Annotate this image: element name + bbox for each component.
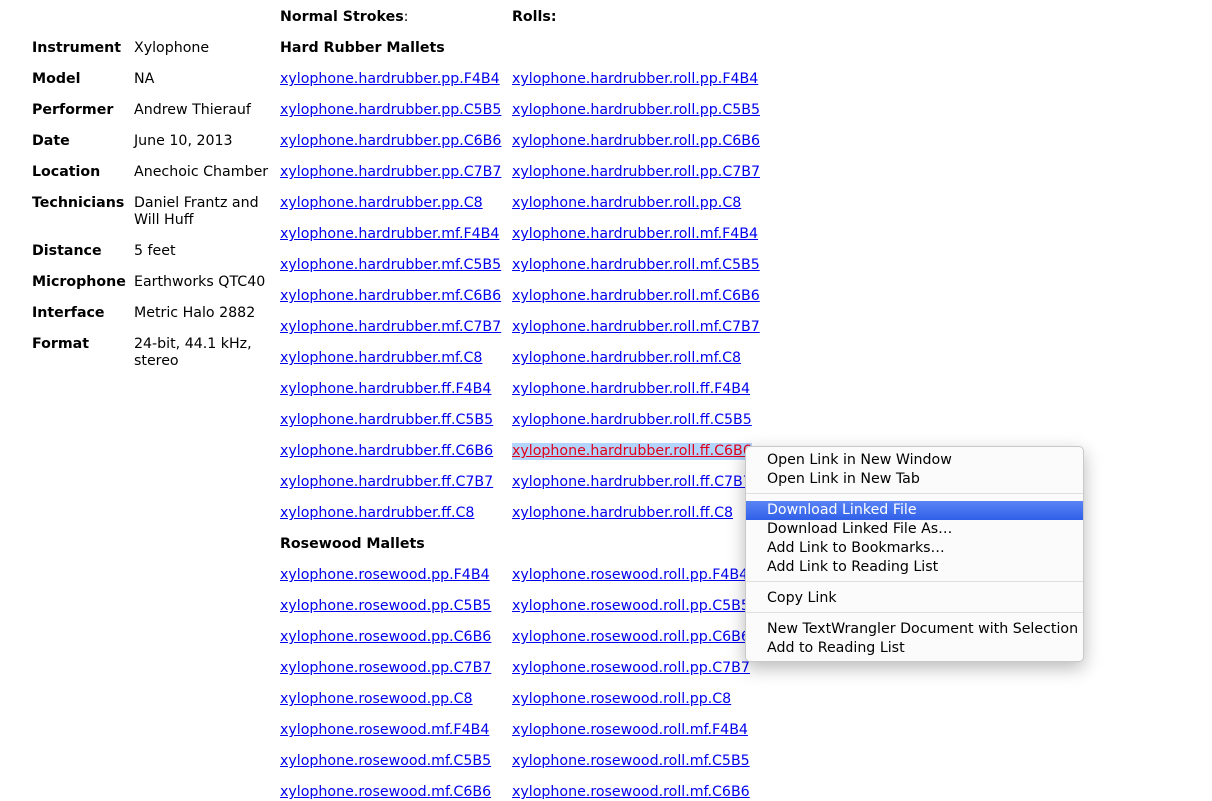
menu-item[interactable]: Open Link in New Tab — [746, 470, 1083, 489]
sample-link[interactable]: xylophone.hardrubber.roll.pp.F4B4 — [512, 71, 758, 88]
info-value: Andrew Thierauf — [134, 102, 251, 118]
sample-link[interactable]: xylophone.hardrubber.ff.C7B7 — [280, 474, 493, 491]
info-label: Model — [32, 71, 81, 87]
info-label: Location — [32, 164, 101, 180]
info-label: Performer — [32, 102, 114, 118]
info-value: 5 feet — [134, 243, 176, 259]
info-label: Microphone — [32, 274, 126, 290]
sample-link[interactable]: xylophone.hardrubber.roll.pp.C6B6 — [512, 133, 760, 150]
info-row: Microphone Earthworks QTC40 — [32, 274, 274, 305]
context-menu: Open Link in New Window Open Link in New … — [745, 446, 1084, 662]
sample-link[interactable]: xylophone.rosewood.roll.pp.C5B5 — [512, 598, 750, 615]
info-row: Instrument Xylophone — [32, 40, 274, 71]
sample-link[interactable]: xylophone.rosewood.roll.mf.C5B5 — [512, 753, 750, 770]
sample-link[interactable]: xylophone.hardrubber.roll.ff.C6B6 — [512, 443, 752, 460]
sample-link[interactable]: xylophone.rosewood.roll.pp.C6B6 — [512, 629, 750, 646]
sample-link[interactable]: xylophone.hardrubber.pp.C5B5 — [280, 102, 501, 119]
menu-item[interactable]: Copy Link — [746, 589, 1083, 608]
sample-link[interactable]: xylophone.rosewood.mf.F4B4 — [280, 722, 489, 739]
info-row: Date June 10, 2013 — [32, 133, 274, 164]
recording-info-table: Instrument Xylophone Model NA Performer Andre… — [32, 40, 274, 384]
sample-link[interactable]: xylophone.hardrubber.pp.F4B4 — [280, 71, 500, 88]
info-label: Date — [32, 133, 70, 149]
sample-link[interactable]: xylophone.hardrubber.roll.ff.F4B4 — [512, 381, 750, 398]
sample-link[interactable]: xylophone.rosewood.roll.mf.F4B4 — [512, 722, 748, 739]
menu-item[interactable]: Download Linked File — [746, 501, 1083, 520]
sample-link[interactable]: xylophone.rosewood.mf.C6B6 — [280, 784, 491, 801]
info-row: Interface Metric Halo 2882 — [32, 305, 274, 336]
sample-link[interactable]: xylophone.rosewood.pp.C7B7 — [280, 660, 491, 677]
sample-link[interactable]: xylophone.rosewood.roll.pp.F4B4 — [512, 567, 748, 584]
sample-link[interactable]: xylophone.hardrubber.ff.C5B5 — [280, 412, 493, 429]
info-label: Technicians — [32, 195, 125, 211]
sample-link[interactable]: xylophone.hardrubber.pp.C6B6 — [280, 133, 501, 150]
menu-item[interactable]: Download Linked File As… — [746, 520, 1083, 539]
sample-link[interactable]: xylophone.hardrubber.mf.F4B4 — [280, 226, 499, 243]
normal-strokes-header: Normal Strokes: — [280, 9, 409, 25]
menu-item[interactable]: New TextWrangler Document with Selection — [746, 620, 1083, 639]
info-label: Format — [32, 336, 89, 352]
sample-link[interactable]: xylophone.rosewood.pp.C5B5 — [280, 598, 491, 615]
sample-link[interactable]: xylophone.rosewood.roll.mf.C6B6 — [512, 784, 750, 801]
sample-link[interactable]: xylophone.rosewood.pp.C8 — [280, 691, 473, 708]
sample-link[interactable]: xylophone.rosewood.pp.C6B6 — [280, 629, 491, 646]
info-row: Model NA — [32, 71, 274, 102]
sample-link[interactable]: xylophone.rosewood.roll.pp.C7B7 — [512, 660, 750, 677]
sample-link[interactable]: xylophone.hardrubber.pp.C8 — [280, 195, 483, 212]
info-label: Distance — [32, 243, 102, 259]
info-row: Performer Andrew Thierauf — [32, 102, 274, 133]
sample-link[interactable]: xylophone.hardrubber.roll.mf.C8 — [512, 350, 741, 367]
info-row: Distance 5 feet — [32, 243, 274, 274]
sample-link[interactable]: xylophone.rosewood.mf.C5B5 — [280, 753, 491, 770]
menu-separator — [746, 581, 1083, 582]
sample-link[interactable]: xylophone.hardrubber.roll.ff.C7B7 — [512, 474, 752, 491]
info-value: Metric Halo 2882 — [134, 305, 256, 321]
info-value: NA — [134, 71, 155, 87]
menu-item[interactable]: Add to Reading List — [746, 639, 1083, 658]
section-rosewood: Rosewood Mallets — [280, 536, 425, 552]
section-hard-rubber: Hard Rubber Mallets — [280, 40, 445, 56]
menu-separator — [746, 493, 1083, 494]
info-label: Interface — [32, 305, 105, 321]
info-value: 24-bit, 44.1 kHz, stereo — [134, 336, 252, 369]
rolls-header: Rolls: — [512, 9, 557, 25]
info-row: Technicians Daniel Frantz and Will Huff — [32, 195, 274, 243]
sample-link[interactable]: xylophone.hardrubber.roll.mf.C6B6 — [512, 288, 760, 305]
sample-link[interactable]: xylophone.hardrubber.roll.mf.F4B4 — [512, 226, 758, 243]
sample-link[interactable]: xylophone.hardrubber.ff.C6B6 — [280, 443, 493, 460]
info-value: Xylophone — [134, 40, 210, 56]
info-value: Daniel Frantz and Will Huff — [134, 195, 259, 228]
sample-link[interactable]: xylophone.hardrubber.ff.C8 — [280, 505, 474, 522]
menu-item[interactable]: Add Link to Bookmarks… — [746, 539, 1083, 558]
menu-separator — [746, 612, 1083, 613]
info-label: Instrument — [32, 40, 121, 56]
sample-link[interactable]: xylophone.hardrubber.roll.pp.C7B7 — [512, 164, 760, 181]
menu-item[interactable]: Add Link to Reading List — [746, 558, 1083, 577]
sample-link[interactable]: xylophone.hardrubber.mf.C8 — [280, 350, 482, 367]
sample-link[interactable]: xylophone.hardrubber.roll.pp.C5B5 — [512, 102, 760, 119]
sample-link[interactable]: xylophone.hardrubber.mf.C7B7 — [280, 319, 501, 336]
info-row: Format 24-bit, 44.1 kHz, stereo — [32, 336, 274, 384]
sample-link[interactable]: xylophone.hardrubber.roll.pp.C8 — [512, 195, 741, 212]
sample-link[interactable]: xylophone.hardrubber.roll.mf.C5B5 — [512, 257, 760, 274]
sample-link[interactable]: xylophone.hardrubber.ff.F4B4 — [280, 381, 491, 398]
info-value: June 10, 2013 — [134, 133, 233, 149]
sample-link[interactable]: xylophone.hardrubber.pp.C7B7 — [280, 164, 501, 181]
info-value: Anechoic Chamber — [134, 164, 269, 180]
sample-link[interactable]: xylophone.hardrubber.roll.mf.C7B7 — [512, 319, 760, 336]
sample-link[interactable]: xylophone.rosewood.pp.F4B4 — [280, 567, 490, 584]
sample-link[interactable]: xylophone.rosewood.roll.pp.C8 — [512, 691, 731, 708]
sample-link[interactable]: xylophone.hardrubber.mf.C5B5 — [280, 257, 501, 274]
sample-link[interactable]: xylophone.hardrubber.roll.ff.C5B5 — [512, 412, 752, 429]
sample-link[interactable]: xylophone.hardrubber.mf.C6B6 — [280, 288, 501, 305]
info-value: Earthworks QTC40 — [134, 274, 266, 290]
menu-item[interactable]: Open Link in New Window — [746, 451, 1083, 470]
info-row: Location Anechoic Chamber — [32, 164, 274, 195]
sample-link[interactable]: xylophone.hardrubber.roll.ff.C8 — [512, 505, 733, 522]
